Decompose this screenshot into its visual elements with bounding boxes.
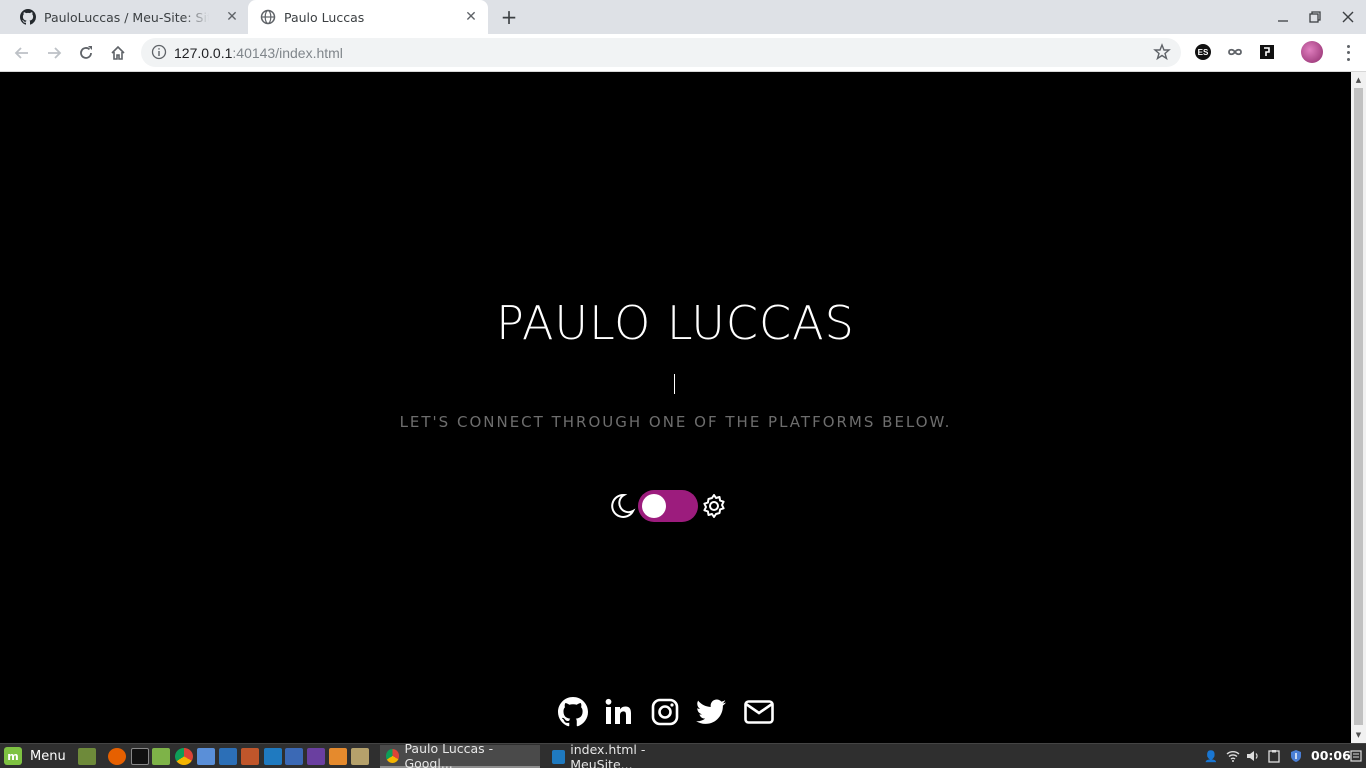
minimize-icon[interactable]	[1273, 7, 1293, 27]
social-links	[557, 696, 775, 728]
globe-icon	[260, 9, 276, 25]
home-icon[interactable]	[108, 43, 128, 63]
task-label: Paulo Luccas - Googl...	[404, 740, 494, 768]
show-desktop-icon[interactable]	[78, 748, 96, 765]
url-text: 127.0.0.1:40143/index.html	[174, 45, 343, 61]
instagram-icon[interactable]	[649, 696, 681, 728]
address-bar[interactable]: 127.0.0.1:40143/index.html	[141, 38, 1181, 67]
github-icon	[20, 9, 36, 25]
profile-avatar[interactable]	[1301, 41, 1323, 63]
firefox-icon[interactable]	[108, 748, 126, 765]
close-window-icon[interactable]	[1338, 7, 1358, 27]
sublime-icon[interactable]	[241, 748, 259, 765]
user-icon[interactable]: 👤	[1203, 748, 1219, 764]
wifi-icon[interactable]	[1225, 748, 1241, 764]
chrome-icon[interactable]	[175, 748, 193, 765]
terminal-icon[interactable]	[131, 748, 149, 765]
mint-logo-icon: m	[4, 747, 22, 765]
back-icon[interactable]	[12, 43, 32, 63]
linkedin-icon[interactable]	[603, 696, 635, 728]
browser-menu-icon[interactable]	[1340, 43, 1356, 63]
os-taskbar: m Menu Paulo Luccas - Googl... index.htm…	[0, 741, 1366, 768]
tab-title: PauloLuccas / Meu-Site: Site ca	[44, 9, 209, 25]
app-icon[interactable]	[307, 748, 325, 765]
scroll-down-icon[interactable]: ▼	[1354, 730, 1363, 739]
theme-toggle[interactable]	[608, 488, 728, 524]
tab-title: Paulo Luccas	[284, 9, 365, 25]
envelope-icon[interactable]	[743, 696, 775, 728]
task-chrome[interactable]: Paulo Luccas - Googl...	[380, 741, 540, 768]
gear-icon	[700, 492, 728, 520]
shield-icon[interactable]	[1288, 748, 1304, 764]
scroll-thumb[interactable]	[1354, 88, 1363, 725]
clock[interactable]: 00:06	[1311, 748, 1351, 763]
page-scrollbar[interactable]: ▲ ▼	[1351, 72, 1366, 743]
extension-es-icon[interactable]: ES	[1195, 44, 1211, 60]
clipboard-icon[interactable]	[1266, 748, 1282, 764]
task-vscode[interactable]: index.html - MeuSite...	[546, 741, 704, 768]
restore-icon[interactable]	[1305, 7, 1325, 27]
github-icon[interactable]	[557, 696, 589, 728]
page-viewport: PAULO LUCCAS LET'S CONNECT THROUGH ONE O…	[0, 72, 1351, 743]
tab-github[interactable]: PauloLuccas / Meu-Site: Site ca ✕	[8, 0, 246, 34]
info-icon[interactable]	[151, 44, 167, 60]
blender-icon[interactable]	[329, 748, 347, 765]
vscode-icon[interactable]	[264, 748, 282, 765]
start-menu-button[interactable]: m Menu	[4, 746, 66, 766]
switch-knob	[642, 494, 666, 518]
vscode-insiders-icon[interactable]	[285, 748, 303, 765]
browser-toolbar: 127.0.0.1:40143/index.html ES	[0, 34, 1366, 72]
tab-paulo-luccas[interactable]: Paulo Luccas ✕	[248, 0, 488, 34]
theme-switch[interactable]	[638, 490, 698, 522]
chrome-icon	[386, 748, 400, 763]
bookmark-star-icon[interactable]	[1153, 43, 1171, 61]
app-icon[interactable]	[351, 748, 369, 765]
app-icon[interactable]	[219, 748, 237, 765]
tagline: LET'S CONNECT THROUGH ONE OF THE PLATFOR…	[399, 413, 952, 431]
close-icon[interactable]: ✕	[463, 9, 479, 25]
forward-icon[interactable]	[44, 43, 64, 63]
infinity-extension-icon[interactable]	[1225, 42, 1245, 62]
notification-icon[interactable]	[1348, 748, 1364, 764]
moon-icon	[608, 492, 636, 520]
new-tab-button[interactable]: +	[498, 5, 520, 29]
vscode-icon	[552, 749, 566, 764]
files-icon[interactable]	[152, 748, 170, 765]
close-icon[interactable]: ✕	[224, 9, 240, 25]
menu-label: Menu	[30, 748, 66, 764]
virtualbox-icon[interactable]	[197, 748, 215, 765]
scroll-up-icon[interactable]: ▲	[1354, 75, 1363, 84]
volume-icon[interactable]	[1245, 748, 1261, 764]
browser-tab-strip: PauloLuccas / Meu-Site: Site ca ✕ Paulo …	[0, 0, 1366, 34]
task-label: index.html - MeuSite...	[570, 741, 646, 768]
twitter-icon[interactable]	[695, 696, 727, 728]
page-title: PAULO LUCCAS	[496, 296, 855, 350]
reload-icon[interactable]	[76, 43, 96, 63]
extension-icon[interactable]	[1257, 42, 1277, 62]
typing-cursor	[674, 374, 675, 394]
